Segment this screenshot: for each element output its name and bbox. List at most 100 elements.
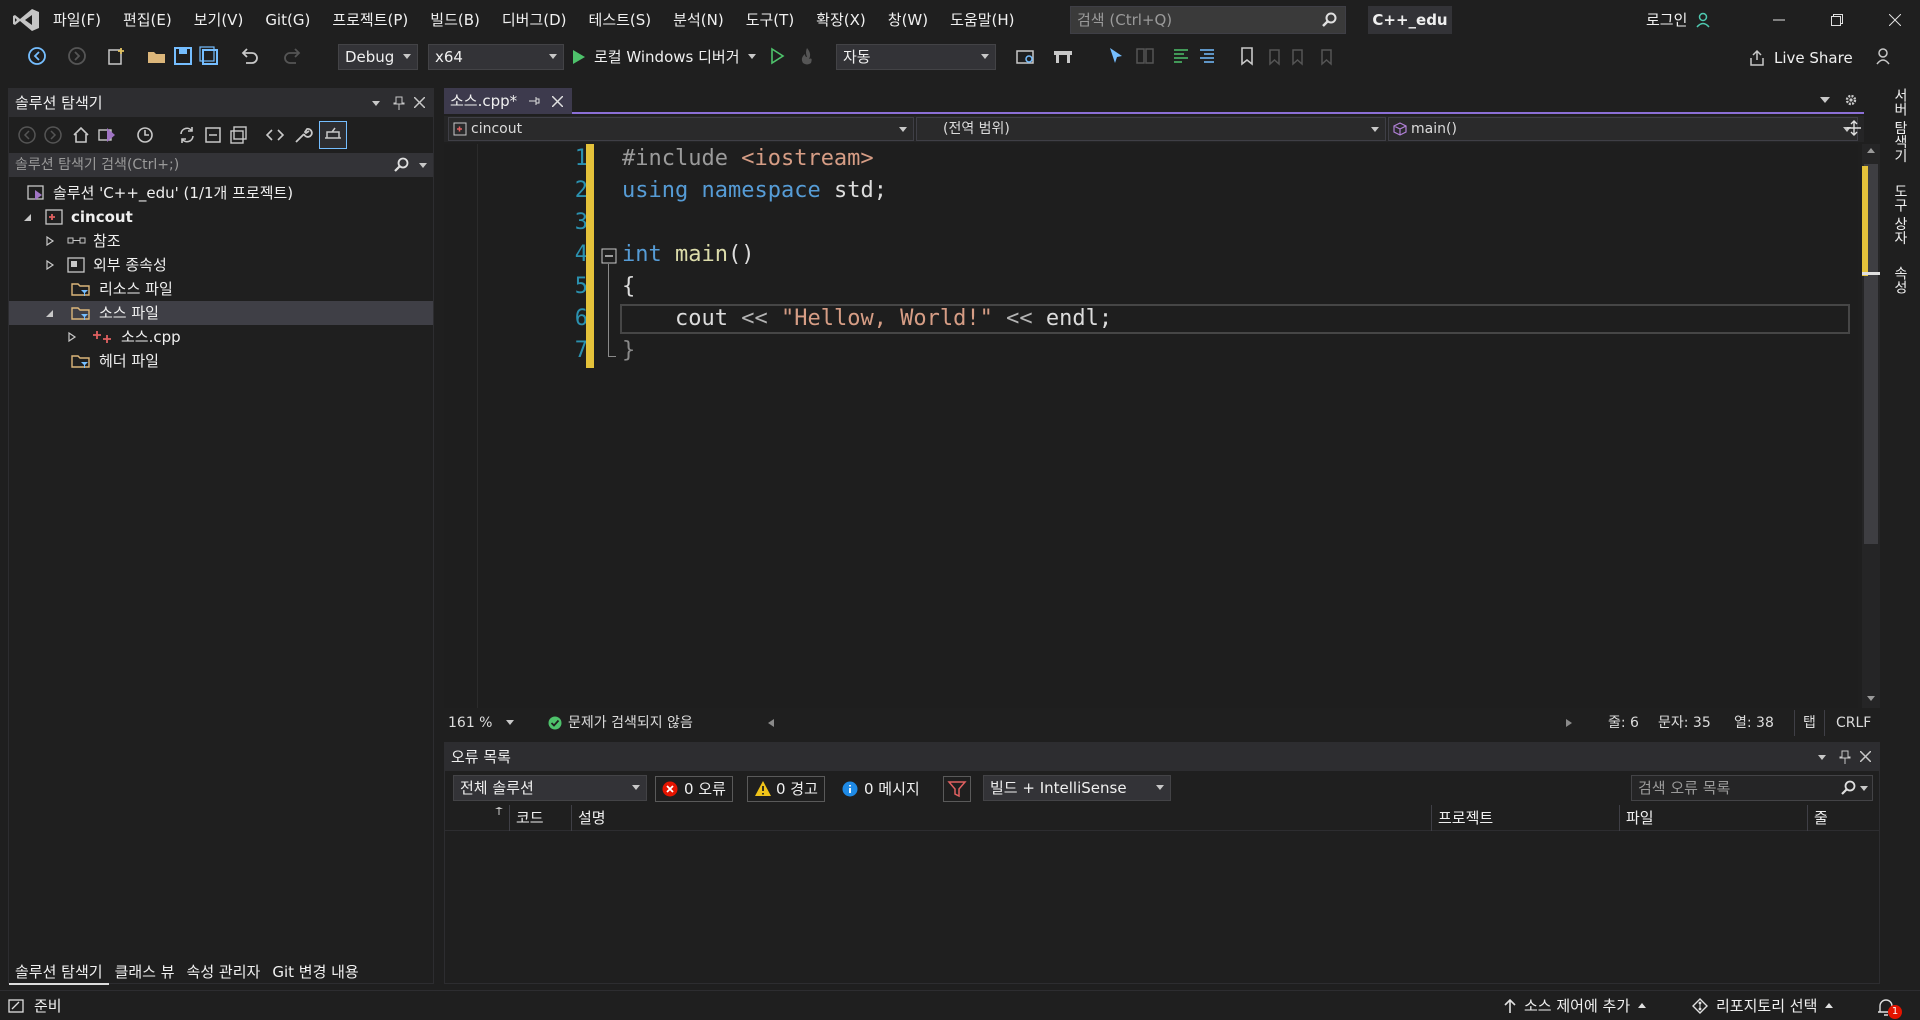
tab-property-manager[interactable]: 속성 관리자 — [181, 959, 267, 985]
error-scope-dropdown[interactable]: 전체 솔루션 — [453, 775, 647, 801]
gear-icon[interactable] — [1844, 93, 1858, 107]
menu-git[interactable]: Git(G) — [254, 0, 321, 40]
start-without-debugging-icon[interactable] — [766, 45, 788, 67]
solution-configuration-dropdown[interactable]: Debug — [338, 44, 418, 70]
browse-folder-icon[interactable] — [1014, 45, 1036, 67]
new-project-icon[interactable] — [106, 45, 128, 67]
feedback-icon[interactable] — [1874, 45, 1896, 67]
preview-selected-items-icon[interactable] — [319, 121, 347, 149]
tree-item-external-dependencies[interactable]: 외부 종속성 — [9, 253, 433, 277]
menu-edit[interactable]: 편집(E) — [112, 0, 183, 40]
close-window-button[interactable] — [1866, 0, 1920, 40]
split-window-icon[interactable] — [1846, 120, 1862, 136]
filter-icon[interactable] — [943, 776, 971, 802]
menu-debug[interactable]: 디버그(D) — [491, 0, 578, 40]
save-all-icon[interactable] — [198, 45, 220, 67]
char-indicator[interactable]: 문자: 35 — [1658, 710, 1711, 736]
tree-item-references[interactable]: 참조 — [9, 229, 433, 253]
collapsed-arrow-icon[interactable] — [45, 229, 55, 253]
column-header-description[interactable]: 설명 — [571, 805, 1431, 831]
tree-item-solution[interactable]: 솔루션 'C++_edu' (1/1개 프로젝트) — [9, 181, 433, 205]
tab-server-explorer[interactable]: 서버 탐색기 — [1890, 88, 1910, 162]
expanded-arrow-icon[interactable] — [23, 205, 33, 229]
line-indicator[interactable]: 줄: 6 — [1608, 710, 1639, 736]
minimize-button[interactable] — [1750, 0, 1808, 40]
column-header-file[interactable]: 파일 — [1619, 805, 1807, 831]
add-to-source-control-button[interactable]: 소스 제어에 추가 — [1504, 991, 1647, 1020]
back-icon[interactable] — [17, 125, 37, 145]
login-button[interactable]: 로그인 — [1646, 0, 1713, 40]
menu-build[interactable]: 빌드(B) — [419, 0, 491, 40]
menu-view[interactable]: 보기(V) — [183, 0, 255, 40]
chevron-down-icon[interactable] — [419, 153, 427, 177]
tree-item-resource-files[interactable]: 리소스 파일 — [9, 277, 433, 301]
close-tab-icon[interactable] — [552, 96, 563, 107]
close-icon[interactable] — [1860, 751, 1871, 762]
show-all-files-icon[interactable] — [229, 125, 249, 145]
scroll-up-icon[interactable] — [1867, 148, 1875, 154]
scroll-left-icon[interactable] — [768, 719, 774, 727]
undo-icon[interactable] — [238, 45, 260, 67]
comment-lines-icon[interactable] — [1170, 45, 1192, 67]
home-icon[interactable] — [71, 125, 91, 145]
solution-explorer-search-input[interactable]: 솔루션 탐색기 검색(Ctrl+;) — [9, 153, 433, 177]
properties-wrench-icon[interactable] — [293, 125, 313, 145]
type-scope-dropdown[interactable]: (전역 범위) — [916, 117, 1386, 141]
next-bookmark-icon[interactable] — [1288, 45, 1310, 67]
scroll-right-icon[interactable] — [1566, 719, 1572, 727]
tab-git-changes[interactable]: Git 변경 내용 — [266, 959, 364, 985]
build-solution-icon[interactable] — [1052, 45, 1074, 67]
tab-properties[interactable]: 속성 — [1890, 266, 1910, 294]
menu-help[interactable]: 도움말(H) — [939, 0, 1025, 40]
pin-icon[interactable] — [1839, 750, 1851, 764]
column-header-project[interactable]: 프로젝트 — [1431, 805, 1619, 831]
tab-class-view[interactable]: 클래스 뷰 — [109, 959, 181, 985]
navigate-back-icon[interactable] — [26, 45, 48, 67]
menu-analyze[interactable]: 분석(N) — [662, 0, 735, 40]
close-icon[interactable] — [414, 97, 425, 108]
member-scope-dropdown[interactable]: main() — [1388, 117, 1858, 141]
tab-solution-explorer[interactable]: 솔루션 탐색기 — [9, 959, 109, 985]
collapse-all-icon[interactable] — [203, 125, 223, 145]
live-share-button[interactable]: Live Share — [1748, 46, 1853, 70]
collapsed-arrow-icon[interactable] — [45, 253, 55, 277]
global-search-input[interactable]: 검색 (Ctrl+Q) — [1070, 6, 1346, 34]
project-scope-dropdown[interactable]: cincout — [448, 117, 914, 141]
pending-changes-filter-icon[interactable] — [135, 125, 155, 145]
line-ending-indicator[interactable]: CRLF — [1836, 710, 1871, 736]
tree-item-source-cpp[interactable]: 소스.cpp — [9, 325, 433, 349]
collapsed-arrow-icon[interactable] — [67, 325, 77, 349]
scroll-down-icon[interactable] — [1867, 696, 1875, 702]
menu-test[interactable]: 테스트(S) — [578, 0, 663, 40]
menu-tools[interactable]: 도구(T) — [735, 0, 805, 40]
solution-platform-dropdown[interactable]: x64 — [428, 44, 564, 70]
bookmark-icon[interactable] — [1236, 45, 1258, 67]
menu-extensions[interactable]: 확장(X) — [805, 0, 877, 40]
vertical-scrollbar[interactable] — [1862, 144, 1880, 708]
zoom-dropdown[interactable]: 161 % — [448, 710, 515, 736]
panel-options-icon[interactable] — [371, 89, 381, 117]
hot-reload-icon[interactable] — [796, 45, 818, 67]
menu-window[interactable]: 창(W) — [877, 0, 939, 40]
messages-filter-toggle[interactable]: 0 메시지 — [835, 776, 927, 802]
previous-bookmark-icon[interactable] — [1262, 45, 1284, 67]
tab-toolbox[interactable]: 도구 상자 — [1890, 184, 1910, 244]
view-code-icon[interactable] — [265, 125, 285, 145]
glyph-margin[interactable] — [444, 144, 478, 708]
select-repository-button[interactable]: 리포지토리 선택 — [1692, 991, 1834, 1020]
uncomment-lines-icon[interactable] — [1196, 45, 1218, 67]
tab-overflow-icon[interactable] — [1820, 96, 1830, 104]
column-header-line[interactable]: 줄 — [1807, 805, 1857, 831]
menu-file[interactable]: 파일(F) — [42, 0, 112, 40]
collapse-region-icon[interactable] — [601, 248, 617, 264]
code-editor[interactable]: 1 2 3 4 5 6 7 #include <iostream> using … — [444, 144, 1880, 708]
build-filter-dropdown[interactable]: 빌드 + IntelliSense — [983, 775, 1171, 801]
clear-bookmarks-icon[interactable] — [1316, 45, 1338, 67]
sync-icon[interactable] — [177, 125, 197, 145]
tree-item-header-files[interactable]: 헤더 파일 — [9, 349, 433, 373]
select-element-icon[interactable] — [1106, 45, 1128, 67]
pin-tab-icon[interactable] — [528, 95, 540, 107]
notifications-bell-icon[interactable]: 1 — [1876, 997, 1906, 1019]
error-list-search-input[interactable]: 검색 오류 목록 — [1631, 775, 1873, 801]
toggle-panes-icon[interactable] — [1134, 45, 1156, 67]
